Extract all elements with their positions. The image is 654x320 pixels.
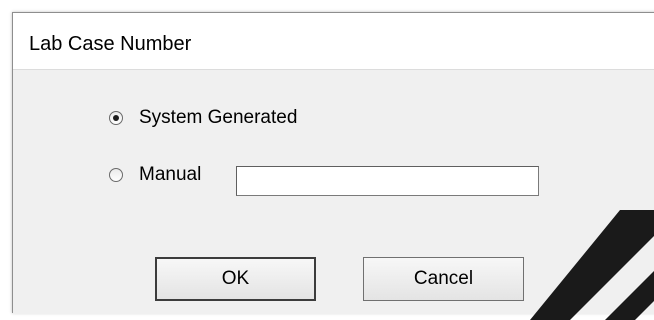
manual-case-number-input[interactable] — [236, 166, 539, 196]
dialog-title: Lab Case Number — [29, 33, 192, 55]
system-generated-label[interactable]: System Generated — [139, 107, 297, 129]
dialog-body: System Generated Manual OK Cancel — [13, 69, 654, 314]
system-generated-option[interactable]: System Generated — [109, 107, 297, 129]
system-generated-radio[interactable] — [109, 111, 123, 125]
manual-option[interactable]: Manual — [109, 164, 201, 186]
radio-selected-dot — [113, 115, 119, 121]
manual-radio[interactable] — [109, 168, 123, 182]
manual-label[interactable]: Manual — [139, 164, 201, 186]
cancel-button[interactable]: Cancel — [363, 257, 524, 301]
dialog-window: Lab Case Number System Generated Manual … — [12, 12, 654, 314]
ok-button[interactable]: OK — [155, 257, 316, 301]
